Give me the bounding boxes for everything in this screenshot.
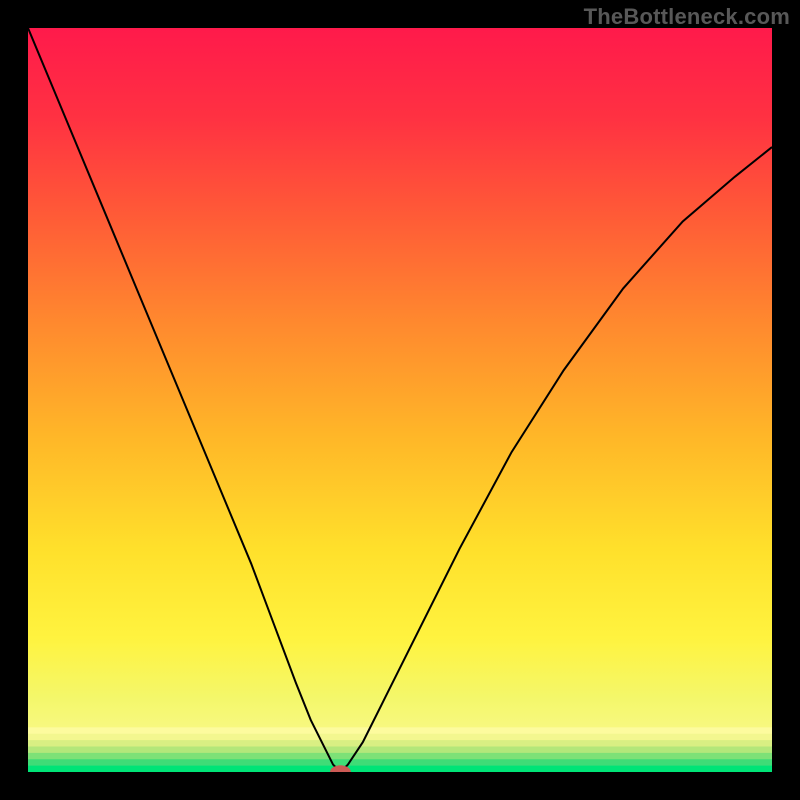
- watermark-text: TheBottleneck.com: [584, 4, 790, 30]
- chart-svg: [28, 28, 772, 772]
- plot-area: [28, 28, 772, 772]
- chart-frame: TheBottleneck.com: [0, 0, 800, 800]
- gradient-background: [28, 28, 772, 772]
- bottom-green-band: [28, 727, 772, 772]
